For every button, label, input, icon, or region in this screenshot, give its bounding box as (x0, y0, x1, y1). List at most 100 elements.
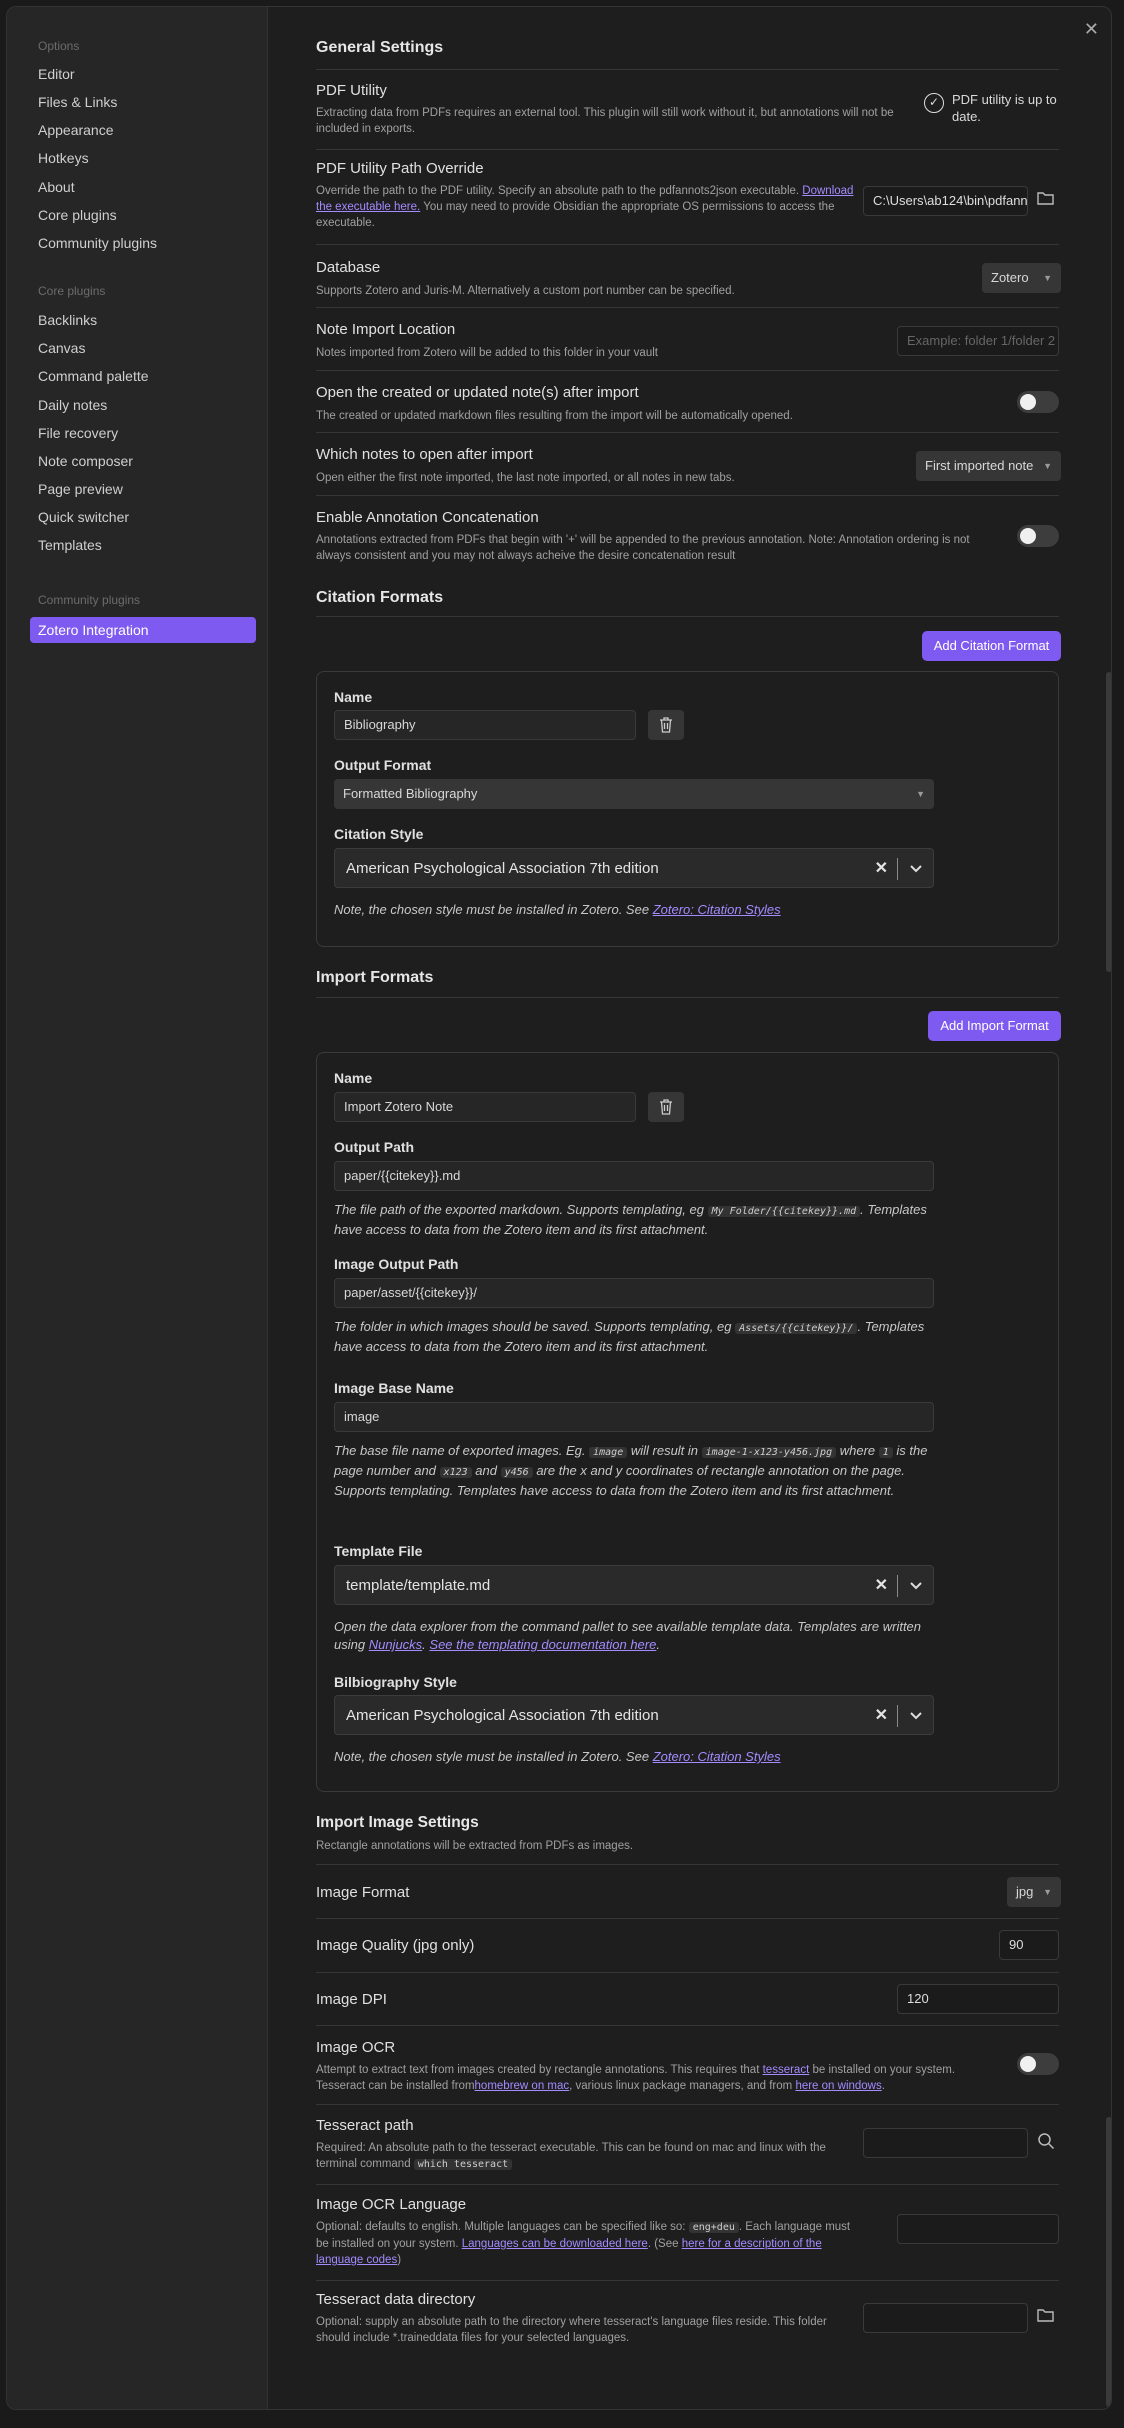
concat-toggle[interactable] (1017, 525, 1059, 547)
setting-name-open-after: Open the created or updated note(s) afte… (316, 384, 639, 401)
bibliography-style-select[interactable]: American Psychological Association 7th e… (334, 1695, 934, 1735)
setting-desc-tesseract-path: Required: An absolute path to the tesser… (316, 2142, 826, 2170)
windows-link[interactable]: here on windows (795, 2080, 881, 2092)
output-format-select[interactable]: Formatted Bibliography ▼ (334, 779, 934, 809)
chevron-down-icon[interactable] (910, 849, 922, 889)
clear-icon[interactable]: ✕ (875, 849, 888, 889)
citation-styles-link[interactable]: Zotero: Citation Styles (653, 1749, 781, 1764)
citation-format-card: Name Bibliography Output Format Formatte… (316, 671, 1059, 947)
setting-name-which-notes: Which notes to open after import (316, 446, 533, 463)
divider (316, 1864, 1059, 1865)
settings-content: ✕ General Settings PDF Utility Extractin… (269, 7, 1111, 2409)
folder-icon[interactable] (1037, 2307, 1057, 2327)
setting-desc-open-after: The created or updated markdown files re… (316, 410, 793, 422)
base-name-input[interactable]: image (334, 1402, 934, 1432)
divider (316, 2184, 1059, 2185)
separator (897, 1575, 898, 1597)
which-notes-select[interactable]: First imported note ▼ (916, 451, 1061, 481)
sidebar-item-quick-switcher[interactable]: Quick switcher (30, 504, 256, 530)
citation-style-label: Citation Style (334, 826, 424, 842)
sidebar-item-community-plugins[interactable]: Community plugins (30, 230, 256, 256)
sidebar-item-daily-notes[interactable]: Daily notes (30, 392, 256, 418)
setting-name-image-dpi: Image DPI (316, 1991, 387, 2008)
base-name-note: The base file name of exported images. E… (334, 1443, 928, 1498)
setting-desc-note-location: Notes imported from Zotero will be added… (316, 347, 658, 359)
citation-style-value: American Psychological Association 7th e… (346, 860, 659, 877)
divider (316, 149, 1059, 150)
sidebar-heading-community: Community plugins (38, 593, 141, 607)
tesseract-path-input[interactable] (863, 2128, 1028, 2158)
clear-icon[interactable]: ✕ (875, 1566, 888, 1606)
image-settings-desc: Rectangle annotations will be extracted … (316, 1840, 634, 1852)
sidebar-item-backlinks[interactable]: Backlinks (30, 307, 256, 333)
clear-icon[interactable]: ✕ (875, 1696, 888, 1736)
citation-name-input[interactable]: Bibliography (334, 710, 636, 740)
trash-icon[interactable] (648, 1092, 684, 1122)
sidebar-item-zotero-integration[interactable]: Zotero Integration (30, 617, 256, 643)
setting-name-pdf-override: PDF Utility Path Override (316, 160, 484, 177)
sidebar-item-command-palette[interactable]: Command palette (30, 363, 256, 389)
sidebar-item-core-plugins[interactable]: Core plugins (30, 202, 256, 228)
open-after-toggle[interactable] (1017, 391, 1059, 413)
setting-name-tesseract-data-dir: Tesseract data directory (316, 2291, 476, 2308)
setting-desc-pdf-override: Override the path to the PDF utility. Sp… (316, 185, 854, 229)
sidebar-item-templates[interactable]: Templates (30, 532, 256, 558)
sidebar-item-canvas[interactable]: Canvas (30, 335, 256, 361)
bibliography-style-label: Bilbiography Style (334, 1674, 457, 1690)
languages-download-link[interactable]: Languages can be downloaded here (462, 2238, 648, 2250)
sidebar-item-hotkeys[interactable]: Hotkeys (30, 145, 256, 171)
sidebar-item-appearance[interactable]: Appearance (30, 117, 256, 143)
bibliography-style-note: Note, the chosen style must be installed… (334, 1749, 781, 1764)
folder-icon[interactable] (1037, 190, 1057, 210)
pdf-utility-status: PDF utility is up to date. (952, 92, 1057, 124)
homebrew-link[interactable]: homebrew on mac (475, 2080, 570, 2092)
add-import-format-button[interactable]: Add Import Format (928, 1011, 1061, 1041)
search-icon[interactable] (1037, 2132, 1057, 2152)
trash-icon[interactable] (648, 710, 684, 740)
setting-name-note-location: Note Import Location (316, 321, 456, 338)
template-file-select[interactable]: template/template.md ✕ (334, 1565, 934, 1605)
nunjucks-link[interactable]: Nunjucks (369, 1637, 422, 1652)
setting-name-concat: Enable Annotation Concatenation (316, 509, 539, 526)
citation-style-select[interactable]: American Psychological Association 7th e… (334, 848, 934, 888)
base-name-label: Image Base Name (334, 1380, 454, 1396)
sidebar-item-editor[interactable]: Editor (30, 61, 256, 87)
sidebar-item-page-preview[interactable]: Page preview (30, 476, 256, 502)
sidebar-heading-options: Options (38, 39, 80, 53)
citation-styles-link[interactable]: Zotero: Citation Styles (653, 902, 781, 917)
scrollbar-thumb-lower[interactable] (1106, 2117, 1111, 2407)
close-icon[interactable]: ✕ (1084, 19, 1099, 40)
setting-desc-concat: Annotations extracted from PDFs that beg… (316, 534, 970, 562)
import-name-input[interactable]: Import Zotero Note (334, 1092, 636, 1122)
output-path-input[interactable]: paper/{{citekey}}.md (334, 1161, 934, 1191)
image-quality-input[interactable]: 90 (999, 1930, 1059, 1960)
output-path-label: Output Path (334, 1139, 415, 1155)
scrollbar-thumb[interactable] (1106, 672, 1111, 972)
setting-name-pdf-utility: PDF Utility (316, 82, 387, 99)
divider (316, 616, 1059, 617)
note-location-input[interactable]: Example: folder 1/folder 2 (897, 326, 1059, 356)
database-select[interactable]: Zotero ▼ (982, 263, 1061, 293)
image-format-select[interactable]: jpg ▼ (1007, 1877, 1061, 1907)
setting-desc-which-notes: Open either the first note imported, the… (316, 472, 735, 484)
divider (316, 244, 1059, 245)
chevron-down-icon[interactable] (910, 1696, 922, 1736)
chevron-down-icon[interactable] (910, 1566, 922, 1606)
sidebar-item-about[interactable]: About (30, 174, 256, 200)
sidebar-item-files-links[interactable]: Files & Links (30, 89, 256, 115)
image-settings-title: Import Image Settings (316, 1814, 479, 1831)
sidebar-item-note-composer[interactable]: Note composer (30, 448, 256, 474)
image-output-input[interactable]: paper/asset/{{citekey}}/ (334, 1278, 934, 1308)
templating-docs-link[interactable]: See the templating documentation here (429, 1637, 656, 1652)
tesseract-link[interactable]: tesseract (763, 2064, 810, 2076)
add-citation-format-button[interactable]: Add Citation Format (922, 631, 1061, 661)
setting-name-ocr-language: Image OCR Language (316, 2196, 467, 2213)
image-dpi-input[interactable]: 120 (897, 1984, 1059, 2014)
ocr-language-input[interactable] (897, 2214, 1059, 2244)
image-ocr-toggle[interactable] (1017, 2053, 1059, 2075)
sidebar-item-file-recovery[interactable]: File recovery (30, 420, 256, 446)
settings-modal: Options Editor Files & Links Appearance … (6, 6, 1112, 2410)
pdf-path-input[interactable]: C:\Users\ab124\bin\pdfannots2json (863, 186, 1028, 216)
tesseract-data-dir-input[interactable] (863, 2303, 1028, 2333)
bibliography-style-value: American Psychological Association 7th e… (346, 1707, 659, 1724)
